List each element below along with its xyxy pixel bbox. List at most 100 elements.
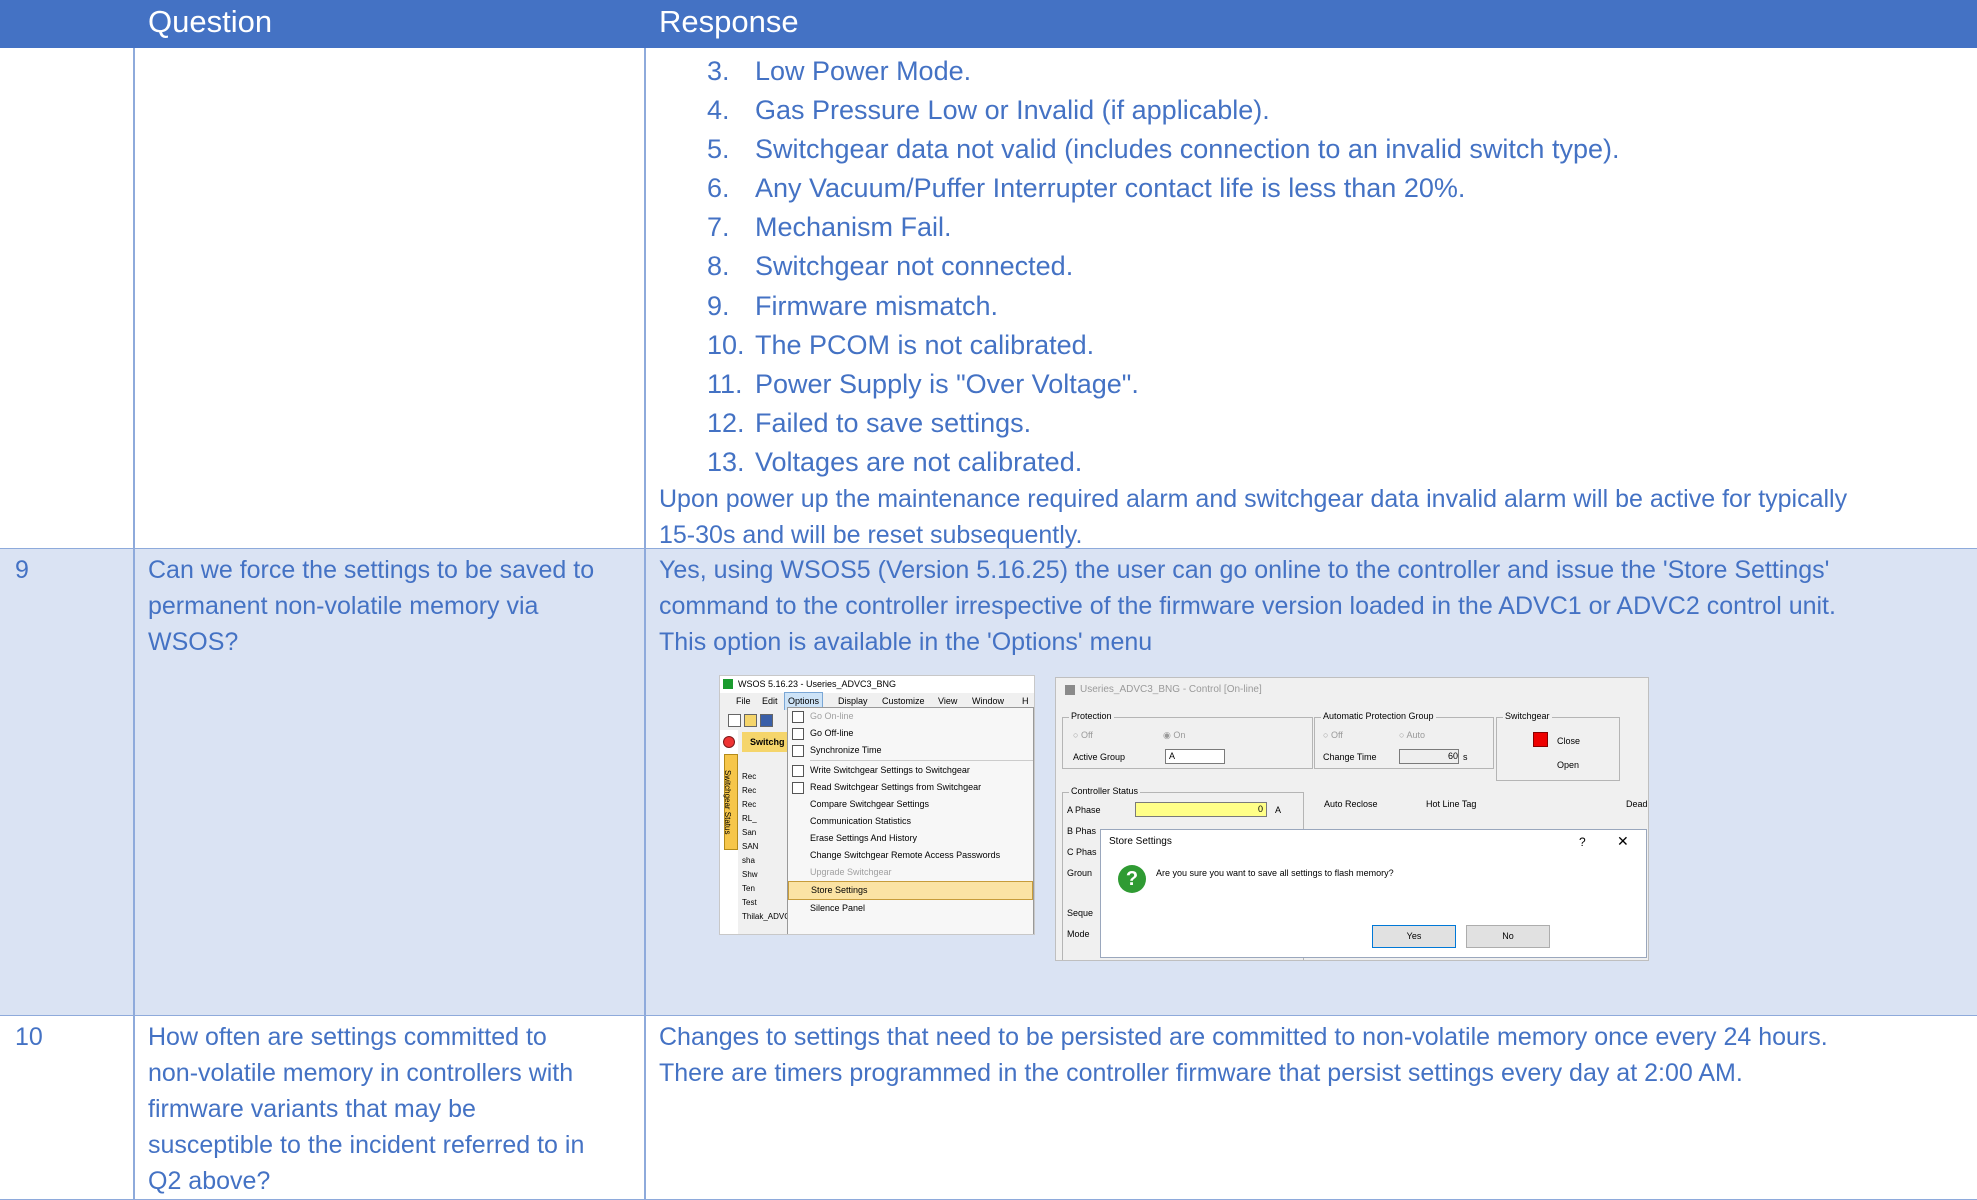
tree-item[interactable]: Ten <box>742 882 792 896</box>
yes-button[interactable]: Yes <box>1372 925 1456 948</box>
status-icon <box>723 736 735 748</box>
menu-item-silence-panel[interactable]: Silence Panel <box>788 900 1033 917</box>
header-response: Response <box>659 4 799 39</box>
change-time-label: Change Time <box>1323 752 1377 762</box>
menu-item-upgrade[interactable]: Upgrade Switchgear <box>788 864 1033 881</box>
list-item: 10. The PCOM is not calibrated. <box>707 329 1095 360</box>
online-icon <box>792 711 804 723</box>
response-text: Changes to settings that need to be pers… <box>659 1023 1828 1087</box>
list-item: 5. Switchgear data not valid (includes co… <box>707 134 1620 165</box>
app-icon <box>723 679 733 689</box>
menu-item-sync-time[interactable]: Synchronize Time <box>788 742 1033 759</box>
change-time-field[interactable]: 60 <box>1399 749 1459 764</box>
tree-item[interactable]: Rec <box>742 784 792 798</box>
menu-item-erase-settings[interactable]: Erase Settings And History <box>788 830 1033 847</box>
tree-item[interactable]: Rec <box>742 770 792 784</box>
side-tab-label: Switchgear Status <box>723 770 732 835</box>
group-title: Automatic Protection Group <box>1321 711 1436 721</box>
menu-item-change-passwords[interactable]: Change Switchgear Remote Access Password… <box>788 847 1033 864</box>
open-folder-icon[interactable] <box>744 714 757 727</box>
ground-label: Groun <box>1067 868 1093 878</box>
auto-reclose-label: Auto Reclose <box>1324 799 1378 809</box>
menu-item-go-offline[interactable]: Go Off-line <box>788 725 1033 742</box>
mode-label: Mode <box>1067 929 1090 939</box>
unit-label: A <box>1275 805 1282 815</box>
clock-icon <box>792 745 804 757</box>
read-icon <box>792 782 804 794</box>
window-title: Useries_ADVC3_BNG - Control [On-line] <box>1080 684 1262 695</box>
close-icon[interactable]: ✕ <box>1617 833 1629 850</box>
menu-file[interactable]: File <box>736 693 751 710</box>
note-line: Upon power up the maintenance required a… <box>659 485 1848 513</box>
switchgear-group: Switchgear Close Open <box>1496 711 1620 781</box>
window-title: WSOS 5.16.23 - Useries_ADVC3_BNG <box>738 679 897 689</box>
qa-table: Question Response 3. Low Power Mode. 4. Ga… <box>0 0 1977 1200</box>
list-item: 3. Low Power Mode. <box>707 56 972 86</box>
help-button[interactable]: ? <box>1579 835 1586 849</box>
tree-item[interactable]: RL_ <box>742 812 792 826</box>
condition-list: 3. Low Power Mode. 4. Gas Pressure Low or … <box>707 52 1619 482</box>
tree-item[interactable]: Thilak_ADVC3_RO <box>742 910 811 924</box>
menu-item-compare-settings[interactable]: Compare Switchgear Settings <box>788 796 1033 813</box>
dialog-message: Are you sure you want to save all settin… <box>1156 868 1394 878</box>
write-icon <box>792 765 804 777</box>
store-settings-dialog: Store Settings ? ✕ ? Are you sure you wa… <box>1100 829 1647 958</box>
tree-item[interactable]: sha <box>742 854 792 868</box>
wsos-options-screenshot: WSOS 5.16.23 - Useries_ADVC3_BNG File Ed… <box>719 675 1035 935</box>
protection-group: Protection ○ Off ◉ On Active Group A <box>1062 711 1313 769</box>
column-divider <box>644 48 646 1199</box>
menu-item-store-settings[interactable]: Store Settings <box>788 881 1033 900</box>
new-icon[interactable] <box>728 714 741 727</box>
b-phase-label: B Phas <box>1067 826 1097 836</box>
group-title: Controller Status <box>1069 786 1141 796</box>
a-phase-value: 0 <box>1135 802 1267 817</box>
row-number: 9 <box>15 556 29 584</box>
switchgear-tree: Rec Rec Rec RL_ San SAN sha Shw Ten Test… <box>742 770 811 924</box>
save-icon[interactable] <box>760 714 773 727</box>
tree-item[interactable]: Test <box>742 896 792 910</box>
power-up-note: Upon power up the maintenance required a… <box>659 481 1959 553</box>
radio-off[interactable]: ○ Off <box>1323 730 1343 740</box>
menu-item-read-settings[interactable]: Read Switchgear Settings from Switchgear <box>788 779 1033 796</box>
window-titlebar: WSOS 5.16.23 - Useries_ADVC3_BNG <box>720 676 1034 693</box>
offline-icon <box>792 728 804 740</box>
list-item: 13. Voltages are not calibrated. <box>707 446 1083 477</box>
group-title: Protection <box>1069 711 1114 721</box>
tree-item[interactable]: Rec <box>742 798 792 812</box>
active-group-label: Active Group <box>1073 752 1126 762</box>
question-text: Can we force the settings to be saved to… <box>148 556 595 656</box>
unit-label: s <box>1463 752 1468 762</box>
sequence-label: Seque <box>1067 908 1094 918</box>
tree-item[interactable]: San <box>742 826 792 840</box>
window-titlebar: Useries_ADVC3_BNG - Control [On-line] <box>1056 678 1648 702</box>
menu-item-write-settings[interactable]: Write Switchgear Settings to Switchgear <box>788 762 1033 779</box>
radio-on[interactable]: ◉ On <box>1163 730 1185 741</box>
list-item: 6. Any Vacuum/Puffer Interrupter contact … <box>707 173 1466 204</box>
auto-protection-group: Automatic Protection Group ○ Off ○ Auto … <box>1314 711 1494 769</box>
radio-off[interactable]: ○ Off <box>1073 730 1093 740</box>
a-phase-label: A Phase <box>1067 805 1101 815</box>
group-title: Switchgear <box>1503 711 1552 721</box>
menu-edit[interactable]: Edit <box>762 693 778 710</box>
side-panel: Switchgear Status <box>720 730 738 934</box>
list-item: 4. Gas Pressure Low or Invalid (if applic… <box>707 95 1270 126</box>
list-item: 12. Failed to save settings. <box>707 407 1032 438</box>
list-item: 8. Switchgear not connected. <box>707 251 1074 282</box>
no-button[interactable]: No <box>1466 925 1550 948</box>
menu-item-go-online[interactable]: Go On-line <box>788 708 1033 725</box>
tree-item[interactable]: Shw <box>742 868 792 882</box>
close-button[interactable]: Close <box>1557 736 1580 746</box>
active-group-field[interactable]: A <box>1165 749 1225 764</box>
question-text: How often are settings committed to non-… <box>148 1023 585 1195</box>
menu-separator <box>810 760 1033 761</box>
list-item: 7. Mechanism Fail. <box>707 212 952 243</box>
radio-auto[interactable]: ○ Auto <box>1399 730 1425 740</box>
tree-item[interactable]: SAN <box>742 840 792 854</box>
open-button[interactable]: Open <box>1557 760 1579 770</box>
dead-label: Dead <box>1626 799 1648 809</box>
list-item: 11. Power Supply is "Over Voltage". <box>707 368 1139 399</box>
note-line: 15-30s and will be reset subsequently. <box>659 521 1083 549</box>
header-question: Question <box>148 4 273 39</box>
menu-item-comm-stats[interactable]: Communication Statistics <box>788 813 1033 830</box>
row-number: 10 <box>15 1023 43 1051</box>
